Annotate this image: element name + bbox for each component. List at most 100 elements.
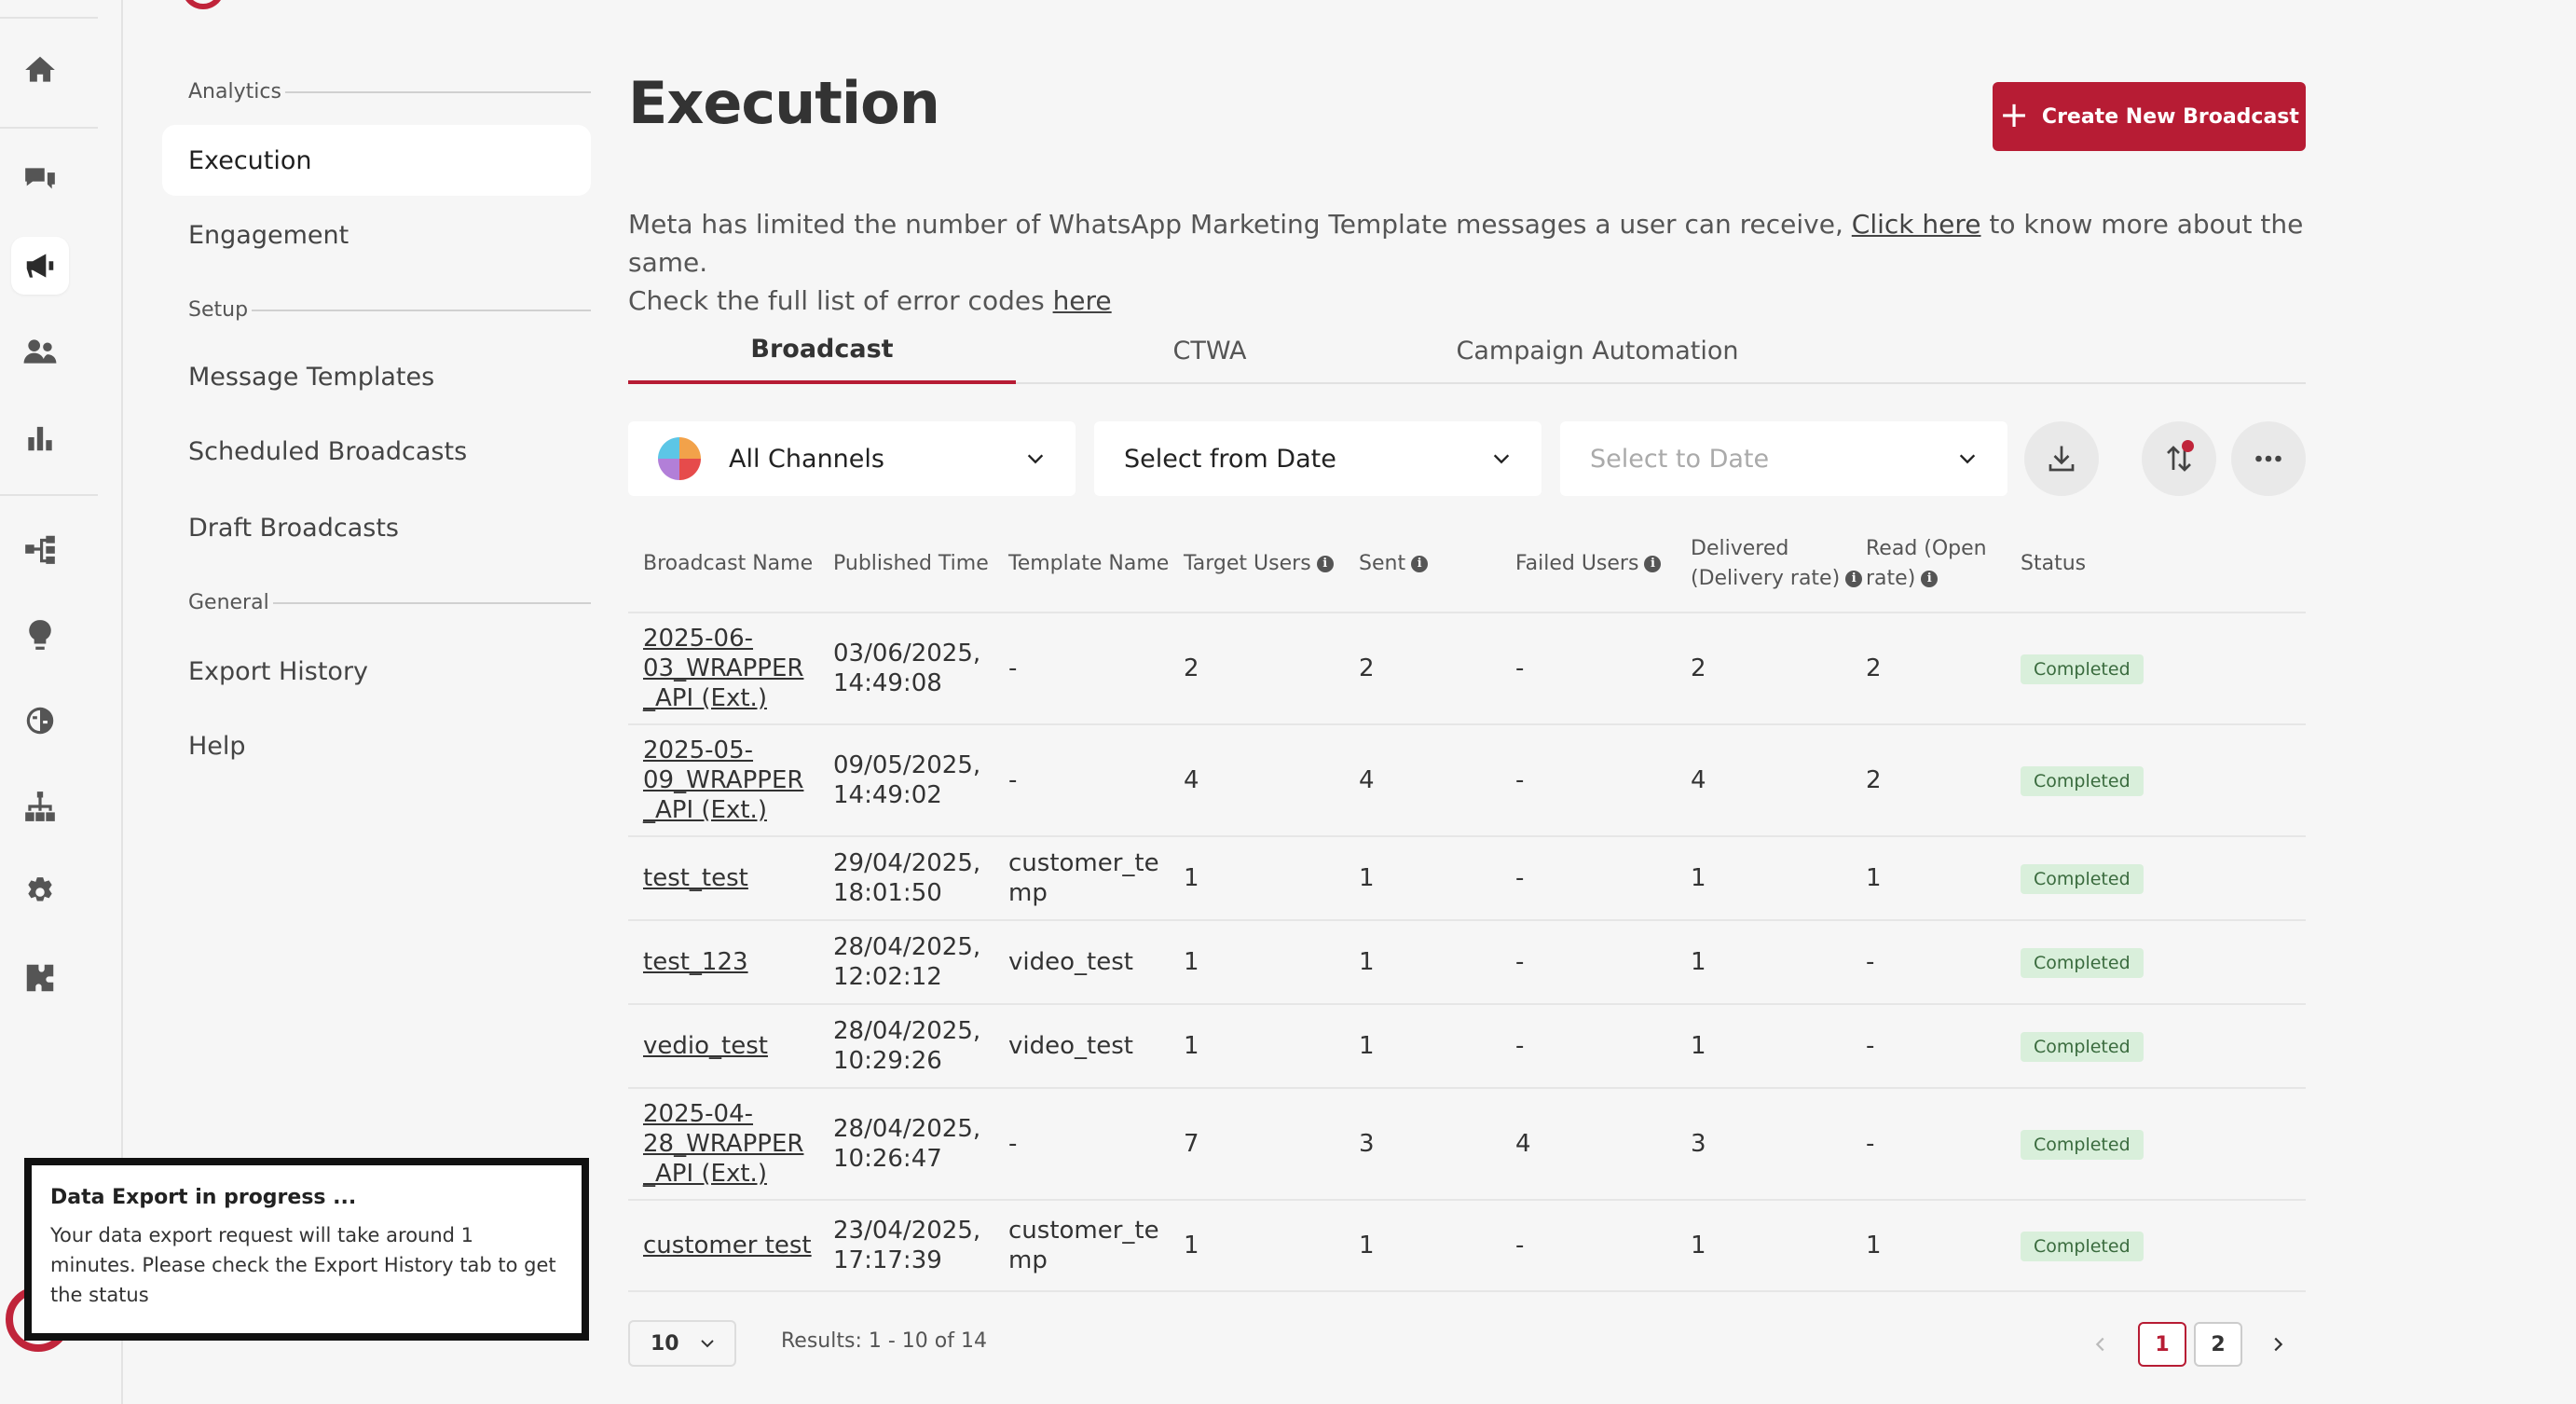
- home-icon[interactable]: [11, 41, 69, 99]
- cell-value: 3: [1359, 1130, 1375, 1158]
- bar-chart-icon[interactable]: [11, 408, 69, 466]
- brain-icon[interactable]: [11, 692, 69, 750]
- column-header-label: Sent: [1359, 552, 1406, 575]
- more-options-button[interactable]: [2231, 421, 2306, 496]
- page-1-button[interactable]: 1: [2138, 1322, 2186, 1367]
- toast-title: Data Export in progress ...: [50, 1186, 357, 1209]
- cell-line: 17:17:39: [833, 1246, 942, 1274]
- bulb-icon[interactable]: [11, 606, 69, 664]
- megaphone-icon[interactable]: [11, 237, 69, 295]
- cell-status: Completed: [2021, 1201, 2226, 1290]
- chevron-right-icon: [2274, 1337, 2283, 1352]
- results-count: Results: 1 - 10 of 14: [781, 1329, 987, 1353]
- page-2-button[interactable]: 2: [2194, 1322, 2242, 1367]
- download-button[interactable]: [2024, 421, 2099, 496]
- broadcast-name-link[interactable]: test_test: [643, 837, 829, 919]
- cell-line: -: [1008, 654, 1018, 682]
- cell-sent: 3: [1359, 1089, 1514, 1199]
- info-icon[interactable]: i: [1316, 556, 1334, 572]
- table-row[interactable]: 2025-05- 09_WRAPPER _API (Ext.) 09/05/2025,…: [628, 725, 2306, 837]
- prev-page-button[interactable]: [2076, 1322, 2125, 1367]
- rail-divider: [0, 127, 98, 129]
- broadcast-name-link[interactable]: test_123: [643, 921, 829, 1003]
- broadcast-name-link[interactable]: 2025-06- 03_WRAPPER _API (Ext.): [643, 613, 829, 723]
- nav-item-help[interactable]: Help: [162, 710, 591, 781]
- chevron-down-icon: [1493, 454, 1510, 464]
- section-heading-setup: Setup: [188, 298, 591, 322]
- cell-value: 2: [1184, 654, 1199, 682]
- table-row[interactable]: 2025-06- 03_WRAPPER _API (Ext.) 03/06/2025,…: [628, 613, 2306, 725]
- section-heading-general: General: [188, 591, 591, 614]
- nav-item-scheduled-broadcasts[interactable]: Scheduled Broadcasts: [162, 416, 591, 487]
- nav-item-engagement[interactable]: Engagement: [162, 200, 591, 270]
- info-icon[interactable]: i: [1644, 556, 1662, 572]
- click-here-link[interactable]: Click here: [1852, 209, 1981, 240]
- cell-value: -: [1515, 1032, 1525, 1060]
- sort-button[interactable]: [2142, 421, 2216, 496]
- cell-value: -: [1515, 864, 1525, 892]
- table-row[interactable]: test_123 28/04/2025, 12:02:12 video_test 1 1-…: [628, 921, 2306, 1005]
- table-row[interactable]: 2025-04- 28_WRAPPER _API (Ext.) 28/04/2025,…: [628, 1089, 2306, 1201]
- notice-text: Meta has limited the number of WhatsApp …: [628, 209, 1852, 240]
- from-date-select[interactable]: Select from Date: [1094, 421, 1541, 496]
- cell-value: 1: [1691, 864, 1706, 892]
- cell-sent: 1: [1359, 1005, 1514, 1087]
- tab-campaign-automation[interactable]: Campaign Automation: [1404, 317, 1791, 384]
- cell-line: 14:49:08: [833, 669, 942, 697]
- status-badge: Completed: [2021, 1130, 2144, 1160]
- cell-template: -: [1008, 613, 1182, 723]
- nav-item-draft-broadcasts[interactable]: Draft Broadcasts: [162, 492, 591, 563]
- rows-per-page-select[interactable]: 10: [628, 1320, 736, 1367]
- info-icon[interactable]: i: [1411, 556, 1429, 572]
- nav-item-message-templates[interactable]: Message Templates: [162, 341, 591, 412]
- cell-target: 1: [1184, 921, 1357, 1003]
- create-broadcast-button[interactable]: + Create New Broadcast: [1993, 82, 2306, 151]
- cell-line: video_test: [1008, 1032, 1133, 1060]
- error-codes-link[interactable]: here: [1053, 285, 1112, 316]
- column-header-label: Delivered (Delivery rate): [1691, 537, 1841, 590]
- broadcast-name-link[interactable]: 2025-04- 28_WRAPPER _API (Ext.): [643, 1089, 829, 1199]
- cell-failed: -: [1515, 1201, 1689, 1290]
- to-date-select[interactable]: Select to Date: [1560, 421, 2007, 496]
- info-icon[interactable]: i: [1921, 571, 1939, 587]
- table-row[interactable]: test_test 29/04/2025, 18:01:50 customer_te m…: [628, 837, 2306, 921]
- cell-line: 10:29:26: [833, 1047, 942, 1075]
- from-date-value: Select from Date: [1124, 444, 1336, 474]
- cell-value: 1: [1359, 1232, 1375, 1259]
- table-row[interactable]: vedio_test 28/04/2025, 10:29:26 video_test 1…: [628, 1005, 2306, 1089]
- cell-value: -: [1866, 948, 1875, 976]
- cell-line: customer_te: [1008, 1217, 1159, 1245]
- cell-delivered: 3: [1691, 1089, 1864, 1199]
- chat-icon[interactable]: [11, 151, 69, 209]
- next-page-button[interactable]: [2254, 1322, 2302, 1367]
- rail-divider: [0, 494, 98, 496]
- cell-failed: -: [1515, 921, 1689, 1003]
- cell-value: -: [1515, 654, 1525, 682]
- tab-broadcast[interactable]: Broadcast: [628, 317, 1016, 384]
- nav-item-export-history[interactable]: Export History: [162, 636, 591, 707]
- channel-select[interactable]: All Channels: [628, 421, 1076, 496]
- cell-published: 09/05/2025, 14:49:02: [833, 725, 1007, 835]
- puzzle-icon[interactable]: [11, 949, 69, 1007]
- column-header: Failed Users i: [1515, 515, 1689, 613]
- info-icon[interactable]: i: [1845, 571, 1863, 587]
- cell-value: 7: [1184, 1130, 1199, 1158]
- table-row[interactable]: customer test 23/04/2025, 17:17:39 customer…: [628, 1201, 2306, 1292]
- gear-icon[interactable]: [11, 863, 69, 921]
- cell-published: 03/06/2025, 14:49:08: [833, 613, 1007, 723]
- hierarchy-icon[interactable]: [11, 778, 69, 835]
- broadcast-name-link[interactable]: 2025-05- 09_WRAPPER _API (Ext.): [643, 725, 829, 835]
- cell-value: 4: [1691, 766, 1706, 794]
- broadcast-name-link[interactable]: vedio_test: [643, 1005, 829, 1087]
- column-header-label: Status: [2021, 552, 2087, 575]
- cell-line: 10:26:47: [833, 1145, 942, 1173]
- nav-item-execution[interactable]: Execution: [162, 125, 591, 196]
- broadcast-name-link[interactable]: customer test: [643, 1201, 829, 1290]
- chevron-left-icon: [2095, 1337, 2104, 1352]
- cell-target: 1: [1184, 837, 1357, 919]
- flow-icon[interactable]: [11, 520, 69, 578]
- cell-value: -: [1515, 1232, 1525, 1259]
- users-icon[interactable]: [11, 323, 69, 380]
- cell-target: 1: [1184, 1201, 1357, 1290]
- tab-ctwa[interactable]: CTWA: [1016, 317, 1404, 384]
